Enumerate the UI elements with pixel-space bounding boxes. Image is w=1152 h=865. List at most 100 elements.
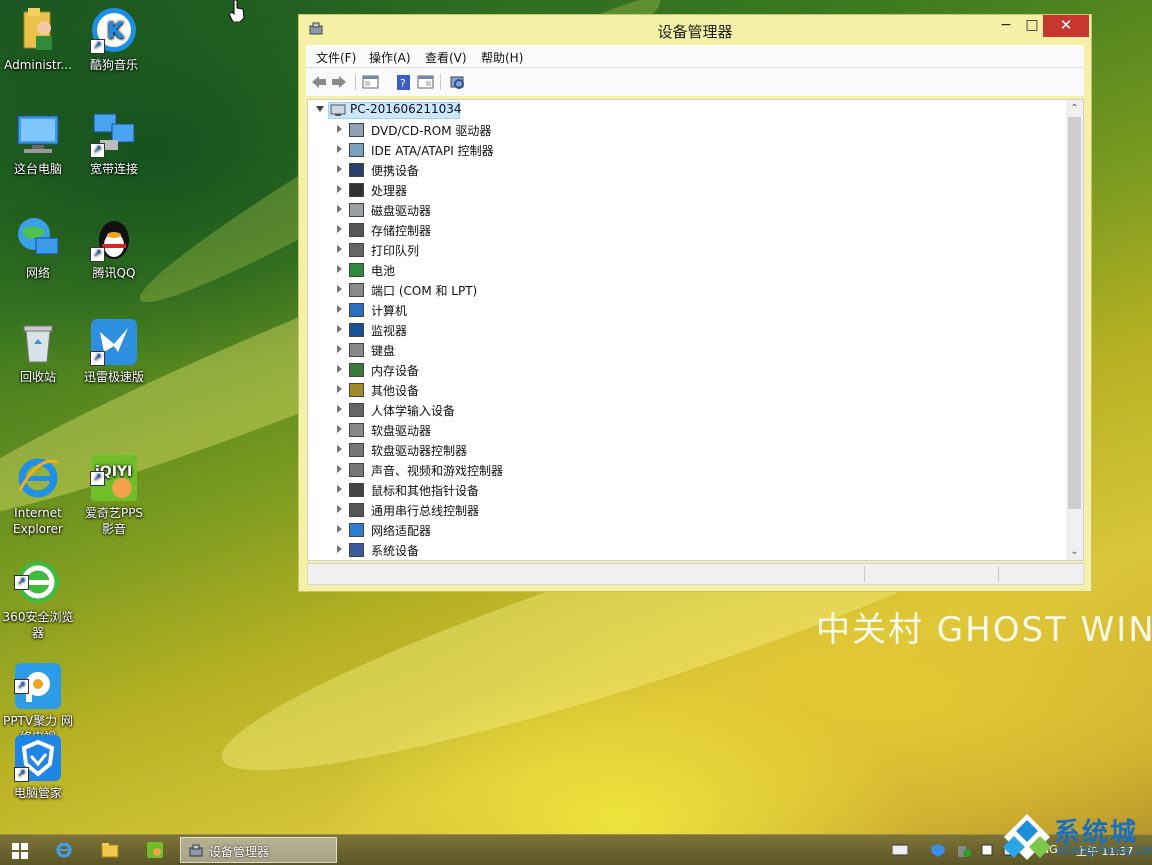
tree-item[interactable]: 磁盘驱动器	[308, 200, 1048, 220]
maximize-button[interactable]: □	[1019, 15, 1045, 37]
tree-item[interactable]: 系统设备	[308, 540, 1048, 560]
tree-item[interactable]: 网络适配器	[308, 520, 1048, 540]
collapsed-arrow-icon[interactable]	[337, 405, 342, 413]
keyboard-icon[interactable]	[892, 844, 908, 857]
file-explorer-icon[interactable]	[101, 842, 119, 858]
shortcut-arrow-icon: ↗	[90, 143, 105, 158]
collapsed-arrow-icon[interactable]	[337, 125, 342, 133]
vertical-scrollbar[interactable]: ⌃ ⌄	[1066, 100, 1083, 560]
tree-item[interactable]: 软盘驱动器控制器	[308, 440, 1048, 460]
scroll-thumb[interactable]	[1068, 117, 1081, 509]
desktop-icon-broadband[interactable]: ↗ 宽带连接	[76, 110, 152, 177]
tree-item[interactable]: 鼠标和其他指针设备	[308, 480, 1048, 500]
tree-root-row[interactable]: PC-201606211034	[308, 100, 1048, 120]
tree-item[interactable]: 通用串行总线控制器	[308, 500, 1048, 520]
tree-item[interactable]: 打印队列	[308, 240, 1048, 260]
notification-flag-icon[interactable]	[980, 844, 996, 857]
expanded-arrow-icon[interactable]	[316, 106, 324, 112]
usb-safe-remove-icon[interactable]	[955, 844, 971, 857]
desktop-icon-xunlei[interactable]: ↗ 迅雷极速版	[76, 318, 152, 385]
collapsed-arrow-icon[interactable]	[337, 345, 342, 353]
menu-view[interactable]: 查看(V)	[425, 49, 467, 66]
desktop-icon-administrator[interactable]: Administr...	[0, 6, 76, 73]
back-icon[interactable]	[310, 74, 327, 90]
desktop-icon-kugou[interactable]: K ↗ 酷狗音乐	[76, 6, 152, 73]
taskbar-device-manager-button[interactable]: 设备管理器	[180, 837, 337, 863]
collapsed-arrow-icon[interactable]	[337, 465, 342, 473]
tree-item[interactable]: 便携设备	[308, 160, 1048, 180]
view-icon[interactable]	[417, 74, 434, 90]
iqiyi-taskbar-icon[interactable]	[146, 841, 164, 859]
tree-item-label: 打印队列	[371, 244, 420, 258]
desktop-icon-recycle-bin[interactable]: 回收站	[0, 318, 76, 385]
collapsed-arrow-icon[interactable]	[337, 245, 342, 253]
tree-item[interactable]: 键盘	[308, 340, 1048, 360]
tree-item[interactable]: 存储控制器	[308, 220, 1048, 240]
desktop-icon-pc-manager[interactable]: ↗ 电脑管家	[0, 734, 76, 801]
collapsed-arrow-icon[interactable]	[337, 305, 342, 313]
tree-item-label: 鼠标和其他指针设备	[371, 484, 480, 498]
properties-pane-icon[interactable]	[362, 74, 379, 90]
scroll-up-icon[interactable]: ⌃	[1066, 100, 1083, 117]
device-category-icon	[349, 123, 364, 137]
tree-item[interactable]: 电池	[308, 260, 1048, 280]
tree-item-label: 计算机	[371, 304, 408, 318]
windows-start-icon[interactable]	[12, 843, 28, 859]
desktop-icon-qq[interactable]: ↗ 腾讯QQ	[76, 214, 152, 281]
tree-item[interactable]: 声音、视频和游戏控制器	[308, 460, 1048, 480]
tree-item[interactable]: 软盘驱动器	[308, 420, 1048, 440]
collapsed-arrow-icon[interactable]	[337, 165, 342, 173]
taskbar: 设备管理器 ENG 上午 11:37	[0, 834, 1152, 865]
title-bar[interactable]: 设备管理器 − □ ✕	[299, 15, 1091, 45]
collapsed-arrow-icon[interactable]	[337, 225, 342, 233]
desktop-icon-network[interactable]: 网络	[0, 214, 76, 281]
toolbar: ?	[306, 68, 1084, 96]
collapsed-arrow-icon[interactable]	[337, 265, 342, 273]
collapsed-arrow-icon[interactable]	[337, 485, 342, 493]
collapsed-arrow-icon[interactable]	[337, 505, 342, 513]
desktop-icon-iqiyi[interactable]: iQIYI ↗ 爱奇艺PPS 影音	[76, 422, 152, 537]
scan-hardware-icon[interactable]	[449, 74, 466, 90]
help-icon[interactable]: ?	[395, 74, 412, 90]
desktop-icon-pptv[interactable]: ↗ PPTV聚力 网 络电视	[0, 630, 76, 745]
tree-item[interactable]: 其他设备	[308, 380, 1048, 400]
tree-item[interactable]: 监视器	[308, 320, 1048, 340]
device-tree[interactable]: PC-201606211034 DVD/CD-ROM 驱动器 IDE ATA/AT…	[307, 99, 1084, 561]
close-button[interactable]: ✕	[1043, 15, 1089, 37]
collapsed-arrow-icon[interactable]	[337, 445, 342, 453]
collapsed-arrow-icon[interactable]	[337, 205, 342, 213]
tree-item[interactable]: DVD/CD-ROM 驱动器	[308, 120, 1048, 140]
tree-item[interactable]: 人体学输入设备	[308, 400, 1048, 420]
collapsed-arrow-icon[interactable]	[337, 545, 342, 553]
desktop-icon-this-pc[interactable]: 这台电脑	[0, 110, 76, 177]
tree-item[interactable]: 处理器	[308, 180, 1048, 200]
device-manager-window[interactable]: 设备管理器 − □ ✕ 文件(F) 操作(A) 查看(V) 帮助(H) ? PC…	[298, 14, 1092, 592]
forward-icon[interactable]	[331, 74, 348, 90]
desktop-icon-360-browser[interactable]: ↗ 360安全浏览 器	[0, 526, 76, 641]
collapsed-arrow-icon[interactable]	[337, 325, 342, 333]
security-shield-icon[interactable]	[930, 844, 946, 857]
collapsed-arrow-icon[interactable]	[337, 185, 342, 193]
tree-item-label: 内存设备	[371, 364, 420, 378]
collapsed-arrow-icon[interactable]	[337, 525, 342, 533]
collapsed-arrow-icon[interactable]	[337, 385, 342, 393]
collapsed-arrow-icon[interactable]	[337, 365, 342, 373]
collapsed-arrow-icon[interactable]	[337, 145, 342, 153]
desktop-icon-internet-explorer[interactable]: Internet Explorer	[0, 422, 76, 537]
menu-action[interactable]: 操作(A)	[369, 49, 411, 66]
menu-help[interactable]: 帮助(H)	[481, 49, 523, 66]
device-category-icon	[349, 383, 364, 397]
tree-item[interactable]: 端口 (COM 和 LPT)	[308, 280, 1048, 300]
internet-explorer-icon[interactable]	[55, 841, 73, 859]
tree-item[interactable]: 计算机	[308, 300, 1048, 320]
menu-file[interactable]: 文件(F)	[316, 49, 356, 66]
tree-item[interactable]: 内存设备	[308, 360, 1048, 380]
wallpaper-brand-text: 中关村 GHOST WIN	[816, 610, 1152, 650]
collapsed-arrow-icon[interactable]	[337, 285, 342, 293]
collapsed-arrow-icon[interactable]	[337, 425, 342, 433]
scroll-down-icon[interactable]: ⌄	[1066, 543, 1083, 560]
minimize-button[interactable]: −	[993, 15, 1019, 37]
tree-item-label: 键盘	[371, 344, 396, 358]
tree-root-label: PC-201606211034	[350, 102, 462, 116]
tree-item[interactable]: IDE ATA/ATAPI 控制器	[308, 140, 1048, 160]
